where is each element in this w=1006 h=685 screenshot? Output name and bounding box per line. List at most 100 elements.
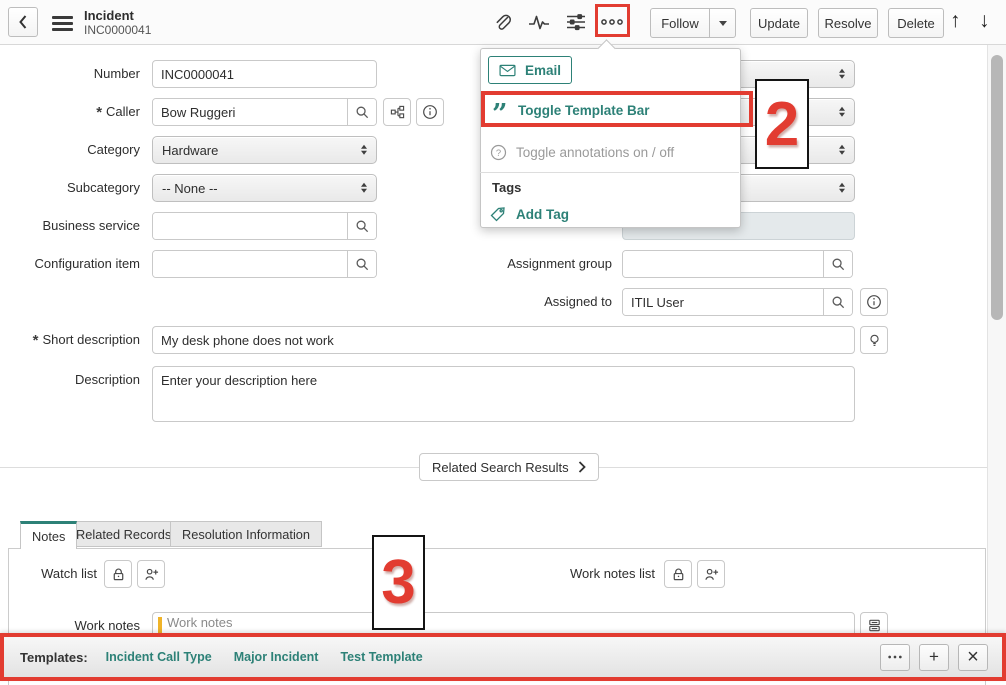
select-arrows-icon (839, 182, 845, 194)
back-button[interactable] (8, 7, 38, 37)
required-marker: * (32, 332, 39, 349)
template-bar-close-button[interactable]: × (958, 643, 988, 671)
sliders-icon (567, 14, 585, 31)
annotation-step-2: 2 (755, 79, 809, 169)
caller-input[interactable] (153, 99, 347, 125)
assigned-to-label: Assigned to (544, 294, 612, 309)
attachment-button[interactable] (490, 10, 514, 34)
select-arrows-icon (839, 144, 845, 156)
watch-list-lock-button[interactable] (104, 560, 132, 588)
previous-record-button[interactable]: ↑ (950, 9, 961, 33)
tab-related-records[interactable]: Related Records (64, 521, 184, 547)
update-button[interactable]: Update (750, 8, 808, 38)
search-icon (832, 296, 844, 308)
assigned-to-search-button[interactable] (823, 289, 852, 315)
assigned-to-lookup (622, 288, 853, 316)
business-service-lookup (152, 212, 377, 240)
scrollbar-thumb[interactable] (991, 55, 1003, 320)
menu-item-add-tag[interactable]: Add Tag (490, 200, 569, 228)
template-bar-add-button[interactable]: + (919, 643, 949, 671)
svg-text:?: ? (496, 147, 501, 158)
incident-form-page: Incident INC0000041 Follow Update Resolv… (0, 0, 1006, 685)
assignment-group-lookup (622, 250, 853, 278)
page-title: Incident (84, 8, 134, 23)
plus-icon: + (929, 647, 939, 666)
subcategory-label: Subcategory (67, 180, 140, 195)
tag-icon (490, 206, 516, 222)
search-icon (356, 258, 368, 270)
info-icon (423, 105, 437, 119)
assignment-group-input[interactable] (623, 251, 823, 277)
watch-list-add-person-button[interactable] (137, 560, 165, 588)
assignment-group-search-button[interactable] (823, 251, 852, 277)
suggestion-bulb-button[interactable] (860, 326, 888, 354)
category-select[interactable]: Hardware (152, 136, 377, 164)
header-bar: Incident INC0000041 Follow Update Resolv… (0, 0, 1006, 45)
select-arrows-icon (839, 68, 845, 80)
more-options-icon (888, 655, 902, 659)
caller-label: * Caller (96, 104, 140, 121)
configuration-item-input[interactable] (153, 251, 347, 277)
assigned-to-info-button[interactable] (860, 288, 888, 316)
description-textarea[interactable]: Enter your description here (152, 366, 855, 422)
template-link-incident-call-type[interactable]: Incident Call Type (106, 650, 212, 664)
template-link-test-template[interactable]: Test Template (340, 650, 422, 664)
caller-info-button[interactable] (416, 98, 444, 126)
envelope-icon (499, 64, 525, 77)
short-description-input[interactable] (152, 326, 855, 354)
next-record-button[interactable]: ↓ (979, 9, 990, 33)
follow-button[interactable]: Follow (650, 8, 710, 38)
template-bar-more-button[interactable] (880, 643, 910, 671)
configuration-item-search-button[interactable] (347, 251, 376, 277)
short-description-label: * Short description (32, 332, 140, 349)
context-menu-icon[interactable] (52, 13, 73, 34)
select-arrows-icon (361, 144, 367, 156)
template-link-major-incident[interactable]: Major Incident (234, 650, 319, 664)
search-icon (356, 220, 368, 232)
caller-lookup (152, 98, 377, 126)
required-marker: * (96, 104, 103, 121)
tab-resolution-information[interactable]: Resolution Information (170, 521, 323, 547)
templates-label: Templates: (20, 649, 88, 665)
work-notes-list-lock-button[interactable] (664, 560, 692, 588)
template-bar: Templates: Incident Call Type Major Inci… (0, 633, 1006, 681)
question-circle-icon: ? (490, 144, 516, 161)
close-icon: × (967, 645, 979, 668)
description-label: Description (74, 372, 140, 387)
subcategory-select[interactable]: -- None -- (152, 174, 377, 202)
caller-search-button[interactable] (347, 99, 376, 125)
menu-item-email[interactable]: Email (488, 56, 573, 84)
resolve-button[interactable]: Resolve (818, 8, 878, 38)
org-chart-icon (390, 105, 404, 118)
configuration-item-lookup (152, 250, 377, 278)
menu-divider (480, 172, 739, 173)
personalize-form-button[interactable] (564, 10, 588, 34)
search-icon (832, 258, 844, 270)
assigned-to-input[interactable] (623, 289, 823, 315)
record-number: INC0000041 (84, 23, 152, 37)
work-notes-list-add-person-button[interactable] (697, 560, 725, 588)
person-add-icon (144, 568, 158, 580)
activity-stream-button[interactable] (527, 10, 551, 34)
number-input[interactable] (152, 60, 377, 88)
business-service-input[interactable] (153, 213, 347, 239)
stacked-cards-icon (868, 619, 880, 631)
business-service-label: Business service (42, 218, 140, 233)
tab-notes[interactable]: Notes (20, 521, 78, 549)
chevron-left-icon (19, 15, 27, 29)
select-arrows-icon (361, 182, 367, 194)
menu-item-toggle-annotations[interactable]: ? Toggle annotations on / off (490, 138, 674, 166)
watch-list-label: Watch list (41, 566, 97, 581)
number-label: Number (93, 66, 140, 81)
delete-button[interactable]: Delete (888, 8, 944, 38)
configuration-item-label: Configuration item (34, 256, 141, 271)
annotation-step-3: 3 (372, 535, 425, 630)
work-notes-list-label: Work notes list (569, 566, 655, 581)
follow-dropdown-button[interactable] (709, 8, 736, 38)
caller-org-chart-button[interactable] (383, 98, 411, 126)
category-label: Category (87, 142, 140, 157)
info-icon (867, 295, 881, 309)
business-service-search-button[interactable] (347, 213, 376, 239)
chevron-right-icon (578, 461, 586, 473)
related-search-results-button[interactable]: Related Search Results (419, 453, 599, 481)
